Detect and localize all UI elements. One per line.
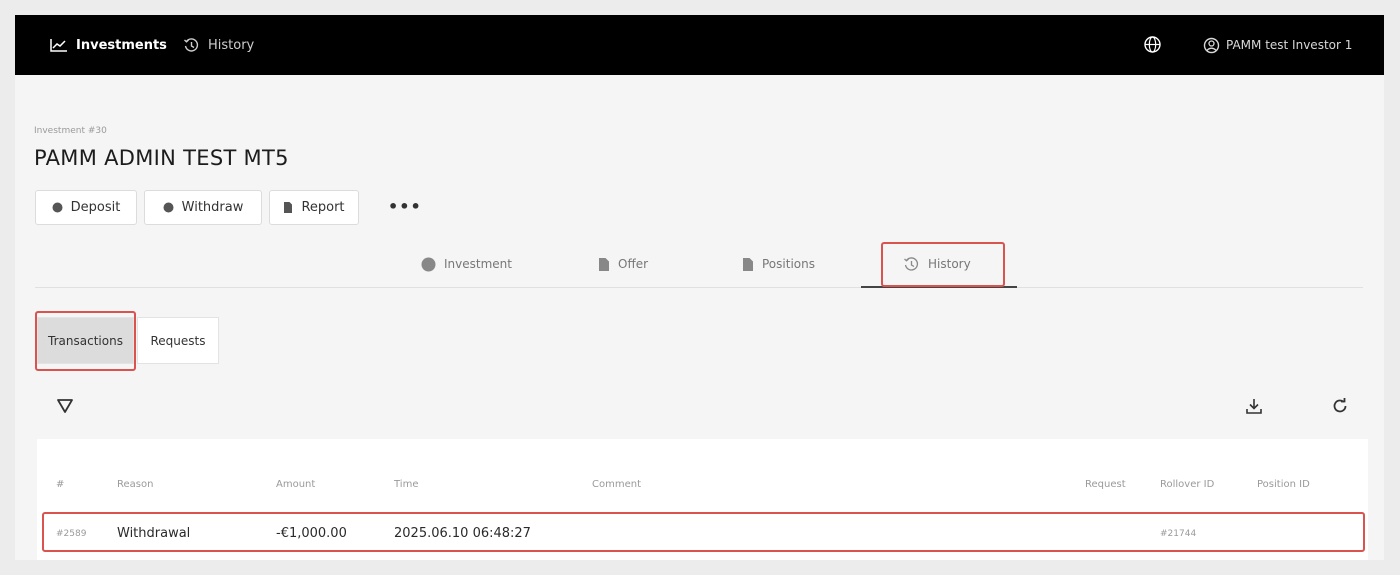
subtab-requests[interactable]: Requests (137, 317, 219, 364)
coin-icon (421, 257, 436, 271)
column-header-request[interactable]: Request (1085, 479, 1126, 490)
nav-investments-label: Investments (76, 37, 167, 53)
withdraw-label: Withdraw (181, 200, 244, 215)
tab-offer-label: Offer (618, 257, 649, 271)
highlight-box-history-tab (881, 242, 1005, 287)
tab-positions-label: Positions (762, 257, 815, 271)
document-icon (743, 257, 753, 271)
report-button[interactable]: Report (269, 190, 359, 225)
nav-history-label: History (208, 37, 255, 53)
cell-amount: -€1,000.00 (276, 526, 347, 541)
cell-rollover-id[interactable]: #21744 (1160, 529, 1196, 539)
filter-icon (57, 399, 73, 413)
tab-offer[interactable]: Offer (598, 251, 648, 277)
investment-subtitle: Investment #30 (34, 126, 107, 136)
more-actions-button[interactable]: ••• (388, 197, 422, 216)
highlight-box-transactions (35, 311, 136, 371)
top-navbar: Investments History PAMM test Investor 1 (15, 15, 1384, 75)
refresh-button[interactable] (1331, 397, 1349, 419)
history-icon (184, 37, 199, 52)
cell-id: #2589 (56, 529, 87, 539)
download-button[interactable] (1245, 397, 1263, 419)
chart-line-icon (50, 39, 67, 52)
column-header-comment[interactable]: Comment (592, 479, 641, 490)
nav-history[interactable]: History (183, 15, 254, 75)
withdraw-button[interactable]: Withdraw (144, 190, 262, 225)
transactions-table: # Reason Amount Time Comment Request Rol… (37, 439, 1368, 560)
column-header-reason[interactable]: Reason (117, 479, 153, 490)
column-header-id[interactable]: # (56, 479, 64, 490)
column-header-amount[interactable]: Amount (276, 479, 315, 490)
download-icon (1246, 399, 1262, 414)
column-header-position-id[interactable]: Position ID (1257, 479, 1310, 490)
refresh-icon (1333, 398, 1347, 413)
tab-positions[interactable]: Positions (742, 251, 815, 277)
user-name: PAMM test Investor 1 (1226, 38, 1353, 52)
cell-time: 2025.06.10 06:48:27 (394, 526, 531, 541)
language-button[interactable] (1143, 35, 1162, 58)
document-icon (284, 202, 293, 213)
filter-button[interactable] (56, 397, 74, 419)
nav-investments[interactable]: Investments (50, 15, 167, 75)
table-row[interactable]: #2589 Withdrawal -€1,000.00 2025.06.10 0… (42, 512, 1365, 552)
user-menu[interactable]: PAMM test Investor 1 (1203, 15, 1352, 75)
coin-icon (163, 202, 174, 213)
report-label: Report (301, 200, 345, 215)
page-title: PAMM ADMIN TEST MT5 (34, 146, 289, 170)
tab-investment[interactable]: Investment (421, 251, 512, 277)
deposit-label: Deposit (70, 200, 121, 215)
app-frame: Investments History PAMM test Investor 1… (15, 15, 1384, 560)
column-header-rollover-id[interactable]: Rollover ID (1160, 479, 1214, 490)
tabs-divider (35, 287, 1363, 288)
user-circle-icon (1203, 37, 1220, 53)
deposit-button[interactable]: Deposit (35, 190, 137, 225)
column-header-time[interactable]: Time (394, 479, 418, 490)
tab-investment-label: Investment (444, 257, 512, 271)
cell-reason: Withdrawal (117, 526, 191, 541)
globe-icon (1144, 36, 1161, 53)
document-icon (599, 257, 609, 271)
coin-icon (52, 202, 63, 213)
